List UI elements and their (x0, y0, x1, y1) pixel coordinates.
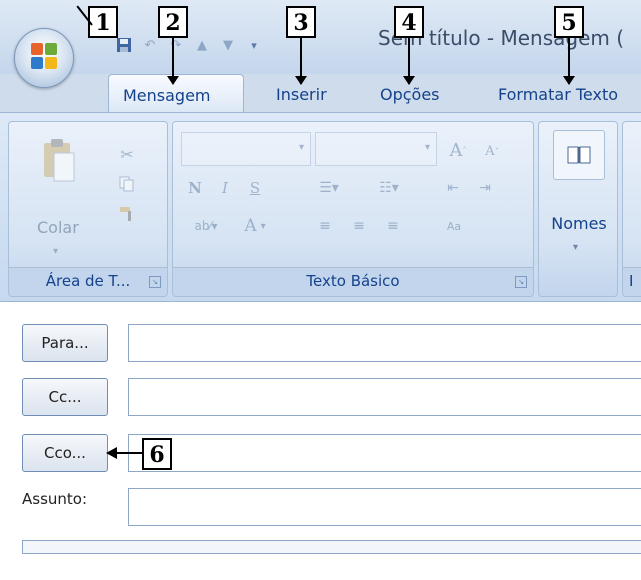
align-left-icon[interactable]: ≡ (313, 212, 337, 240)
paste-icon[interactable] (39, 132, 79, 190)
callout-6-arrow-head (106, 447, 117, 459)
bcc-field[interactable] (128, 434, 641, 472)
names-dropdown-icon[interactable]: ▾ (573, 242, 578, 253)
font-color-label: A (244, 216, 257, 236)
copy-icon[interactable] (117, 174, 137, 194)
callout-1: 1 (88, 6, 118, 38)
bullets-icon[interactable]: ☰▾ (313, 174, 345, 202)
bcc-button[interactable]: Cco... (22, 434, 108, 472)
bold-button[interactable]: N (183, 174, 207, 202)
message-body[interactable] (22, 540, 641, 554)
cut-icon[interactable]: ✂ (117, 144, 137, 164)
next-group-partial: I (622, 121, 641, 297)
paste-button-label[interactable]: Colar (37, 218, 79, 237)
callout-6-arrow-shaft (116, 452, 142, 454)
callout-2: 2 (158, 6, 188, 38)
callout-4: 4 (394, 6, 424, 38)
undo-icon[interactable]: ↶ (142, 37, 158, 53)
customize-icon[interactable]: ▾ (246, 37, 262, 53)
ribbon: Colar ▾ ✂ Área de T... ↘ ▾ ▾ A ˄ A ˅ N I S… (0, 112, 641, 302)
basic-text-dialog-launcher-icon[interactable]: ↘ (515, 276, 527, 288)
styles-icon[interactable]: Aa (441, 212, 467, 240)
save-icon[interactable] (116, 37, 132, 53)
callout-5: 5 (554, 6, 584, 38)
callout-3-arrow (295, 38, 307, 85)
subject-field[interactable] (128, 488, 641, 526)
shrink-font-label: A (485, 143, 495, 159)
italic-button[interactable]: I (213, 174, 237, 202)
callout-4-arrow (403, 38, 415, 85)
to-field[interactable] (128, 324, 641, 362)
names-button-label[interactable]: Nomes (543, 214, 615, 233)
decrease-indent-icon[interactable]: ⇤ (441, 174, 465, 202)
cc-field[interactable] (128, 378, 641, 416)
names-group: Nomes ▾ (538, 121, 618, 297)
basic-text-group: ▾ ▾ A ˄ A ˅ N I S ☰▾ ☷▾ ⇤ ⇥ ab⁄▾ A ▾ ≡ ≡ ≡ … (172, 121, 534, 297)
clipboard-dialog-launcher-icon[interactable]: ↘ (149, 276, 161, 288)
font-name-dropdown-icon[interactable]: ▾ (299, 142, 304, 153)
clipboard-group: Colar ▾ ✂ Área de T... ↘ (8, 121, 168, 297)
redo-icon[interactable]: ↷ (168, 37, 184, 53)
increase-indent-icon[interactable]: ⇥ (473, 174, 497, 202)
numbering-icon[interactable]: ☷▾ (373, 174, 405, 202)
callout-2-arrow (167, 38, 179, 85)
clipboard-group-label: Área de T... (9, 267, 167, 294)
font-size-dropdown-icon[interactable]: ▾ (425, 142, 430, 153)
next-group-label: I (623, 267, 641, 294)
align-right-icon[interactable]: ≡ (381, 212, 405, 240)
grow-font-button[interactable]: A ˄ (443, 136, 473, 164)
callout-3: 3 (286, 6, 316, 38)
shrink-font-button[interactable]: A ˅ (477, 138, 507, 164)
cc-button[interactable]: Cc... (22, 378, 108, 416)
callout-6: 6 (142, 438, 172, 470)
subject-label: Assunto: (22, 490, 88, 508)
callout-5-arrow (563, 38, 575, 85)
grow-font-label: A (449, 139, 463, 161)
underline-button[interactable]: S (243, 174, 267, 202)
to-button[interactable]: Para... (22, 324, 108, 362)
highlight-icon[interactable]: ab⁄▾ (183, 212, 229, 240)
office-logo-icon (31, 43, 57, 69)
up-arrow-icon[interactable]: ▲ (194, 37, 210, 53)
down-arrow-icon[interactable]: ▼ (220, 37, 236, 53)
basic-text-group-label: Texto Básico (173, 267, 533, 294)
font-color-button[interactable]: A ▾ (235, 212, 275, 240)
paste-dropdown-icon[interactable]: ▾ (53, 246, 58, 257)
tab-formatar-texto[interactable]: Formatar Texto (484, 74, 632, 114)
font-size-combobox[interactable]: ▾ (315, 132, 437, 166)
format-painter-icon[interactable] (117, 204, 137, 224)
font-name-combobox[interactable]: ▾ (181, 132, 311, 166)
align-center-icon[interactable]: ≡ (347, 212, 371, 240)
quick-access-toolbar: ↶ ↷ ▲ ▼ ▾ (116, 34, 262, 56)
address-book-icon[interactable] (553, 130, 605, 180)
office-button[interactable] (14, 28, 74, 88)
